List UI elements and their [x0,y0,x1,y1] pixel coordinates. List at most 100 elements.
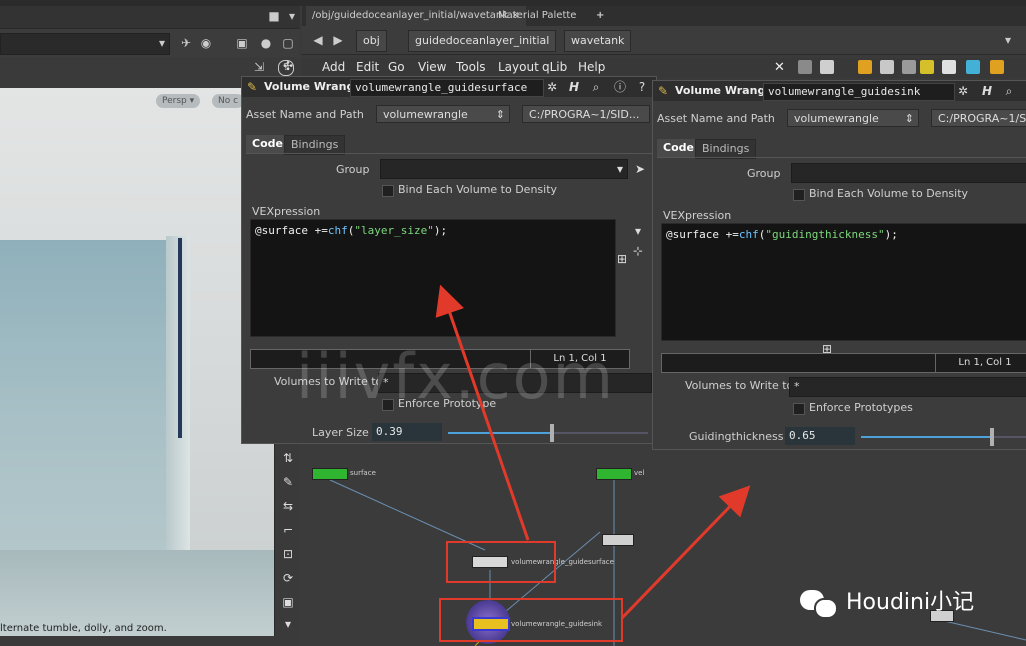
tab-code[interactable]: Code [246,135,289,153]
more-icon[interactable]: ▾ [280,616,296,632]
menu-edit[interactable]: Edit [356,60,379,74]
brush-icon[interactable]: ✎ [280,474,296,490]
cursor-position: Ln 1, Col 1 [935,354,1026,372]
guidingthickness-slider[interactable] [861,428,1026,446]
edit-icon[interactable] [942,60,956,74]
chevron-down-icon[interactable]: ▾ [284,8,300,24]
grid-icon[interactable] [858,60,872,74]
viewport-pin-icon[interactable]: ⇲ [254,60,270,76]
pin-icon[interactable]: ✈ [178,35,194,51]
slider-knob[interactable] [550,424,554,442]
enforce-prototypes-label: Enforce Prototypes [809,401,913,414]
node-name-field[interactable]: volumewrangle_guidesink [763,83,955,101]
create-spare-params-icon[interactable]: ⊹ [630,243,646,259]
snapshot-icon[interactable]: ▢ [280,35,296,51]
menu-go[interactable]: Go [388,60,405,74]
asset-name-dropdown[interactable]: volumewrangle ⇕ [787,109,919,127]
menu-qlib[interactable]: qLib [542,60,567,74]
layer-size-field[interactable]: 0.39 [372,423,442,441]
guidingthickness-label: Guidingthickness [689,430,784,443]
bind-density-checkbox[interactable] [793,189,805,201]
merge-node[interactable] [602,534,634,546]
back-icon[interactable]: ◀ [310,32,326,48]
volumes-field[interactable]: * [789,377,1026,397]
persp-menu[interactable]: Persp ▾ [156,94,201,108]
help-icon[interactable]: ? [634,79,650,95]
search-icon[interactable]: ⌕ [588,79,604,95]
sticky-icon[interactable] [920,60,934,74]
angle-icon[interactable]: ⌐ [280,522,296,538]
list-icon[interactable] [798,60,812,74]
crumb-node[interactable]: wavetank [564,30,632,52]
menu-layout[interactable]: Layout [498,60,539,74]
window-icon[interactable]: ■ [266,8,282,24]
scale-icon[interactable]: ⊡ [280,546,296,562]
menu-tools[interactable]: Tools [456,60,486,74]
toolbar-combo[interactable] [0,33,170,55]
search-icon[interactable]: ⌕ [1001,83,1017,99]
asset-label: Asset Name and Path [246,108,364,121]
tree-icon[interactable] [902,60,916,74]
vex-code-editor[interactable]: @surface +=chf("layer_size"); [250,219,616,337]
tools-icon[interactable]: ✕ [774,60,788,75]
combo-arrow-icon[interactable]: ▾ [154,35,170,51]
path-dropdown-icon[interactable]: ▾ [1000,32,1016,48]
houdini-help-icon[interactable]: H [979,83,995,99]
guidingthickness-field[interactable]: 0.65 [785,427,855,445]
crumb-obj[interactable]: obj [356,30,387,52]
viewport-help-icon[interactable]: ? [278,60,294,76]
vel-node[interactable] [596,468,632,480]
camera-menu[interactable]: No c [212,94,245,108]
enforce-prototypes-checkbox[interactable] [793,403,805,415]
slider-knob[interactable] [990,428,995,446]
expand-icon[interactable]: ⊞ [614,251,630,267]
layer-size-slider[interactable] [448,424,648,442]
rotate-icon[interactable]: ⟳ [280,570,296,586]
node-name-field[interactable]: volumewrangle_guidesurface [350,79,544,97]
layout-icon[interactable] [880,60,894,74]
gear-icon[interactable]: ✲ [544,79,560,95]
stop-icon[interactable]: ▣ [280,594,296,610]
surface-node[interactable] [312,468,348,480]
group-field[interactable] [791,163,1026,183]
note-icon[interactable] [820,60,834,74]
houdini-help-icon[interactable]: H [566,79,582,95]
gear-icon[interactable]: ✲ [955,83,971,99]
menu-view[interactable]: View [418,60,446,74]
vex-code-editor[interactable]: @surface +=chf("guidingthickness"); [661,223,1026,341]
menu-help[interactable]: Help [578,60,605,74]
vel-node-label: vel [634,469,645,477]
menu-bar: Add Edit Go View Tools Layout qLib Help … [302,58,1026,78]
slider-fill [861,436,993,438]
editor-menu-icon[interactable]: ▾ [630,223,646,239]
select-arrow-icon[interactable]: ➤ [632,161,648,177]
param-panel-header: ✎ Volume Wrangle volumewrangle_guidesurf… [242,77,656,97]
asset-name-dropdown[interactable]: volumewrangle ⇕ [376,105,510,123]
folder-icon[interactable] [990,60,1004,74]
snap-icon[interactable]: ⇅ [280,450,296,466]
tab-material-palette[interactable]: Material Palette [492,6,582,26]
asset-path-dropdown[interactable]: C:/PROGRA~1/SID [931,109,1026,127]
handle-icon[interactable]: ⇆ [280,498,296,514]
menu-add[interactable]: Add [322,60,345,74]
slider-fill [448,432,552,434]
bind-density-checkbox[interactable] [382,185,394,197]
forward-icon[interactable]: ▶ [330,32,346,48]
water-volume [0,240,190,600]
dropdown-arrow-icon: ⇕ [495,108,505,121]
display-icon[interactable]: ▣ [234,35,250,51]
scene-viewport[interactable]: Persp ▾ No c lternate tumble, dolly, and… [0,88,274,636]
tab-code[interactable]: Code [657,139,700,157]
light-icon[interactable]: ● [258,35,274,51]
info-icon[interactable]: ⓘ [612,79,628,95]
group-field[interactable] [380,159,628,179]
group-dropdown-icon[interactable]: ▾ [612,161,628,177]
network-icon[interactable] [966,60,980,74]
tab-bindings[interactable]: Bindings [695,139,757,159]
camera-icon[interactable]: ◉ [198,35,214,51]
breadcrumb: ◀ ▶ obj guidedoceanlayer_initial wavetan… [302,26,1026,55]
crumb-geo[interactable]: guidedoceanlayer_initial [408,30,557,52]
tab-bindings[interactable]: Bindings [284,135,346,155]
add-tab-button[interactable]: + [590,6,610,26]
asset-path-dropdown[interactable]: C:/PROGRA~1/SID... [522,105,650,123]
